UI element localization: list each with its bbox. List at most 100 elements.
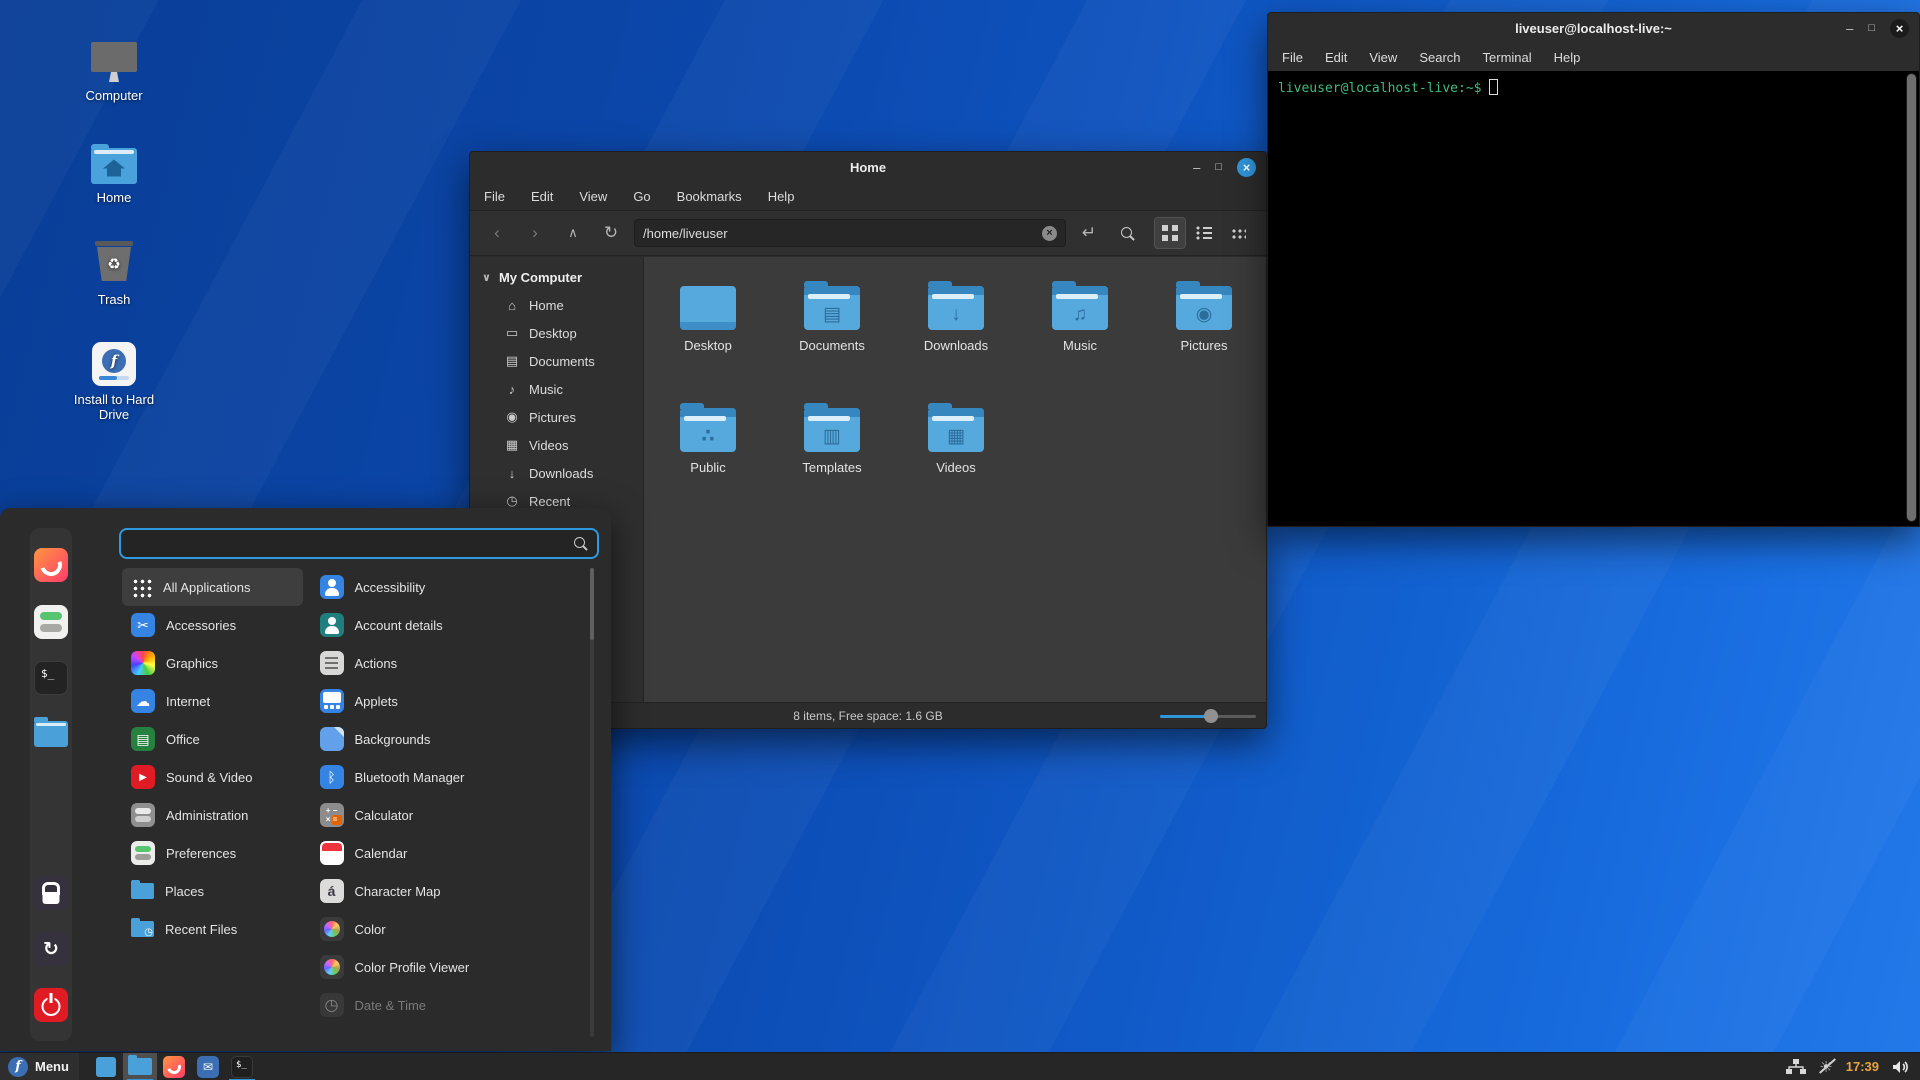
category-preferences[interactable]: Preferences [122, 834, 303, 872]
scrollbar-thumb[interactable] [1907, 74, 1916, 521]
category-administration[interactable]: Administration [122, 796, 303, 834]
terminal-titlebar[interactable]: liveuser@localhost-live:~ [1268, 13, 1919, 43]
folder-documents[interactable]: Documents [776, 281, 888, 353]
app-account-details[interactable]: Account details [311, 606, 597, 644]
desktop-icon-home[interactable]: Home [59, 136, 169, 205]
start-menu-button[interactable]: Menu [0, 1053, 79, 1080]
refresh-button[interactable] [596, 218, 626, 248]
zoom-slider[interactable] [1160, 709, 1256, 723]
category-recent-files[interactable]: Recent Files [122, 910, 303, 948]
app-calculator[interactable]: Calculator [311, 796, 597, 834]
terminal-menu-help[interactable]: Help [1554, 50, 1581, 65]
minimize-button[interactable] [1193, 161, 1200, 174]
up-button[interactable] [558, 218, 588, 248]
folder-music[interactable]: Music [1024, 281, 1136, 353]
menu-search-box[interactable] [119, 528, 599, 559]
category-sound-video[interactable]: Sound & Video [122, 758, 303, 796]
menu-search-input[interactable] [131, 536, 574, 551]
category-accessories[interactable]: Accessories [122, 606, 303, 644]
app-character-map[interactable]: Character Map [311, 872, 597, 910]
category-internet[interactable]: Internet [122, 682, 303, 720]
path-bar[interactable]: /home/liveuser [634, 219, 1066, 247]
folder-desktop[interactable]: Desktop [652, 281, 764, 353]
desktop-icon-computer[interactable]: Computer [59, 34, 169, 103]
app-calendar[interactable]: Calendar [311, 834, 597, 872]
app-applets[interactable]: Applets [311, 682, 597, 720]
app-backgrounds[interactable]: Backgrounds [311, 720, 597, 758]
app-accessibility[interactable]: Accessibility [311, 568, 597, 606]
desktop-icon-install[interactable]: Install to Hard Drive [59, 338, 169, 422]
taskbar-clock[interactable]: 17:39 [1846, 1059, 1879, 1074]
taskbar-mail-button[interactable] [191, 1053, 225, 1080]
settings-launcher-icon[interactable] [34, 605, 68, 639]
app-date-time[interactable]: Date & Time [311, 986, 597, 1024]
folder-downloads[interactable]: Downloads [900, 281, 1012, 353]
menu-scrollbar[interactable] [590, 568, 594, 1037]
sidebar-root-my-computer[interactable]: My Computer [470, 263, 643, 291]
jump-to-button[interactable] [1074, 218, 1104, 248]
folder-pictures[interactable]: Pictures [1148, 281, 1260, 353]
list-view-button[interactable] [1188, 217, 1220, 249]
desktop-icon-trash[interactable]: Trash [59, 238, 169, 307]
search-button[interactable] [1112, 218, 1142, 248]
taskbar-firefox-button[interactable] [157, 1053, 191, 1080]
sidebar-item-downloads[interactable]: Downloads [470, 459, 643, 487]
icon-view-button[interactable] [1154, 217, 1186, 249]
clear-path-icon[interactable] [1042, 226, 1057, 241]
folder-public[interactable]: Public [652, 403, 764, 475]
taskbar-desktop-button[interactable] [89, 1053, 123, 1080]
maximize-button[interactable] [1215, 162, 1222, 173]
sidebar-item-pictures[interactable]: Pictures [470, 403, 643, 431]
terminal-menu-terminal[interactable]: Terminal [1483, 50, 1532, 65]
sidebar-item-music[interactable]: Music [470, 375, 643, 403]
scrollbar-thumb[interactable] [590, 568, 594, 640]
screensaver-inhibited-icon[interactable] [1819, 1058, 1832, 1076]
taskbar-file-manager-button[interactable] [123, 1053, 157, 1080]
folder-templates[interactable]: Templates [776, 403, 888, 475]
terminal-output[interactable]: liveuser@localhost-live:~$ [1268, 71, 1919, 526]
minimize-button[interactable] [1846, 22, 1853, 35]
volume-icon[interactable] [1892, 1059, 1910, 1075]
compact-view-button[interactable] [1222, 217, 1254, 249]
network-icon[interactable] [1786, 1059, 1806, 1075]
fm-menu-help[interactable]: Help [768, 189, 795, 204]
category-places[interactable]: Places [122, 872, 303, 910]
sidebar-item-videos[interactable]: Videos [470, 431, 643, 459]
back-button[interactable] [482, 218, 512, 248]
folder-videos[interactable]: Videos [900, 403, 1012, 475]
close-button[interactable] [1890, 19, 1909, 38]
terminal-menu-view[interactable]: View [1369, 50, 1397, 65]
taskbar-terminal-button[interactable] [225, 1053, 259, 1080]
category-all-applications[interactable]: All Applications [122, 568, 303, 606]
fm-file-area[interactable]: Desktop Documents Downloads Music [644, 257, 1266, 702]
app-actions[interactable]: Actions [311, 644, 597, 682]
sidebar-item-home[interactable]: Home [470, 291, 643, 319]
app-bluetooth-manager[interactable]: Bluetooth Manager [311, 758, 597, 796]
slider-knob[interactable] [1204, 709, 1218, 723]
fm-menu-go[interactable]: Go [633, 189, 650, 204]
leave-session-icon[interactable] [34, 932, 68, 966]
terminal-menu-search[interactable]: Search [1419, 50, 1460, 65]
shutdown-icon[interactable] [34, 988, 68, 1022]
lock-screen-icon[interactable] [34, 876, 68, 910]
fm-menu-edit[interactable]: Edit [531, 189, 553, 204]
category-graphics[interactable]: Graphics [122, 644, 303, 682]
terminal-scrollbar[interactable] [1906, 73, 1917, 522]
forward-button[interactable] [520, 218, 550, 248]
app-color[interactable]: Color [311, 910, 597, 948]
app-color-profile-viewer[interactable]: Color Profile Viewer [311, 948, 597, 986]
fm-titlebar[interactable]: Home [470, 152, 1266, 182]
category-office[interactable]: Office [122, 720, 303, 758]
firefox-launcher-icon[interactable] [34, 548, 68, 582]
fm-menu-view[interactable]: View [579, 189, 607, 204]
fm-menu-file[interactable]: File [484, 189, 505, 204]
terminal-launcher-icon[interactable] [34, 661, 68, 695]
file-manager-launcher-icon[interactable] [34, 717, 68, 751]
terminal-menu-file[interactable]: File [1282, 50, 1303, 65]
close-button[interactable] [1237, 158, 1256, 177]
sidebar-item-documents[interactable]: Documents [470, 347, 643, 375]
maximize-button[interactable] [1868, 23, 1875, 34]
terminal-menu-edit[interactable]: Edit [1325, 50, 1347, 65]
sidebar-item-desktop[interactable]: Desktop [470, 319, 643, 347]
fm-menu-bookmarks[interactable]: Bookmarks [677, 189, 742, 204]
